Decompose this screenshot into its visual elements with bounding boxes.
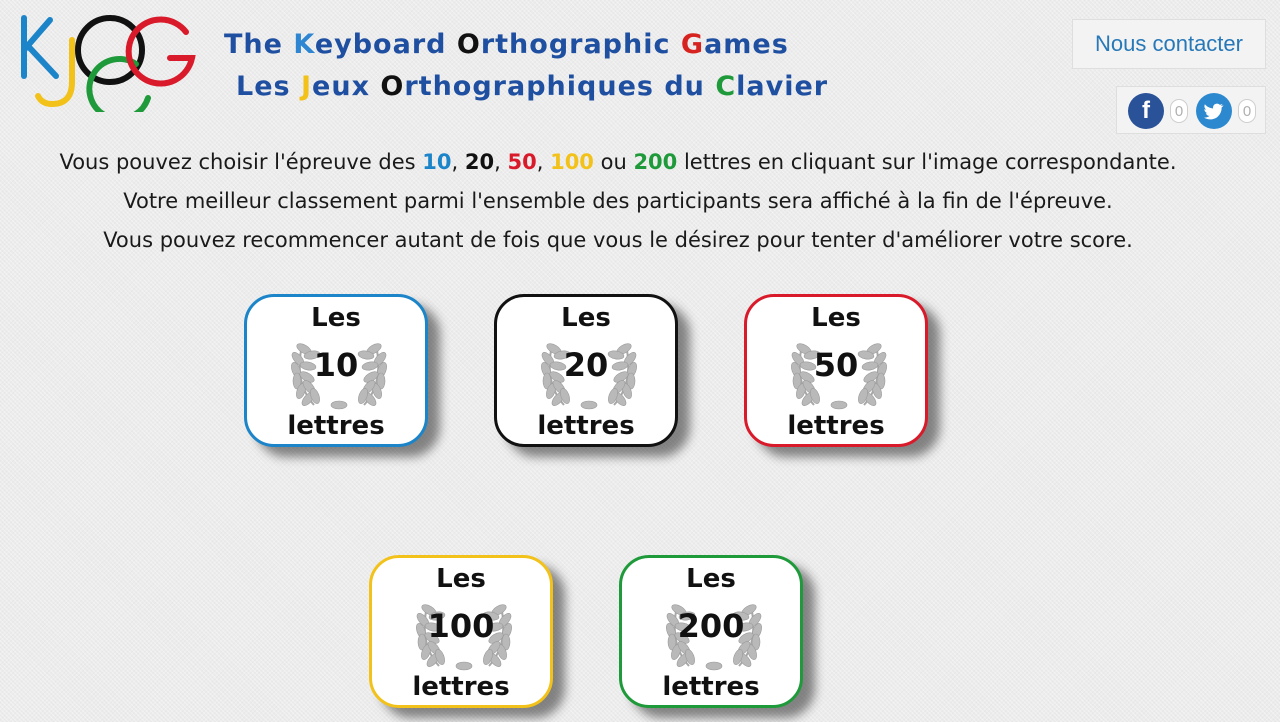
- card-top-label: Les: [436, 564, 486, 594]
- facebook-share-count: 0: [1170, 99, 1188, 123]
- card-number: 20: [563, 346, 609, 384]
- twitter-share-count: 0: [1238, 99, 1256, 123]
- count-20: 20: [464, 150, 495, 174]
- title-english-segment: rthographic: [480, 29, 681, 60]
- intro-sep: ,: [494, 150, 508, 174]
- logo-k-letter: [21, 15, 59, 79]
- card-number: 200: [677, 607, 745, 645]
- title-english-segment: G: [680, 29, 705, 60]
- intro-line-1: Vous pouvez choisir l'épreuve des 10, 20…: [0, 143, 1236, 182]
- title-french-segment: lavier: [736, 71, 829, 102]
- card-bottom-label: lettres: [537, 411, 635, 441]
- kjog-logo[interactable]: [14, 12, 200, 112]
- intro-sep: ,: [536, 150, 551, 174]
- title-english-segment: eyboard: [314, 29, 457, 60]
- count-200: 200: [633, 150, 678, 174]
- title-french-segment: O: [380, 71, 405, 102]
- card-number: 100: [427, 607, 495, 645]
- title-french-segment: eux: [312, 71, 381, 102]
- intro-text: Vous pouvez choisir l'épreuve des 10, 20…: [0, 143, 1236, 260]
- title-french-segment: Les: [236, 71, 301, 102]
- title-french: Les Jeux Orthographiques du Clavier: [224, 66, 828, 108]
- title-english-segment: The: [224, 29, 294, 60]
- title-french-segment: rthographiques du: [404, 71, 716, 102]
- site-title: The Keyboard Orthographic Games Les Jeux…: [224, 24, 828, 108]
- count-100: 100: [550, 150, 594, 174]
- card-10-letters[interactable]: Les 10 lettres: [244, 294, 428, 447]
- intro-sep: ,: [451, 150, 465, 174]
- card-number: 10: [313, 346, 359, 384]
- intro-sep: ou: [593, 150, 634, 174]
- card-top-label: Les: [311, 303, 361, 333]
- title-english-segment: ames: [704, 29, 789, 60]
- card-top-label: Les: [811, 303, 861, 333]
- card-bottom-label: lettres: [287, 411, 385, 441]
- card-top-label: Les: [561, 303, 611, 333]
- contact-button[interactable]: Nous contacter: [1072, 19, 1266, 69]
- title-english-segment: O: [456, 29, 481, 60]
- count-50: 50: [507, 150, 537, 174]
- title-english: The Keyboard Orthographic Games: [224, 24, 828, 66]
- title-french-segment: J: [301, 71, 313, 102]
- twitter-share-icon[interactable]: [1196, 93, 1232, 129]
- card-bottom-label: lettres: [787, 411, 885, 441]
- facebook-share-icon[interactable]: f: [1128, 93, 1164, 129]
- card-50-letters[interactable]: Les 50 lettres: [744, 294, 928, 447]
- count-10: 10: [422, 150, 452, 174]
- card-number: 50: [813, 346, 859, 384]
- card-top-label: Les: [686, 564, 736, 594]
- intro-line-3: Vous pouvez recommencer autant de fois q…: [103, 228, 1133, 252]
- intro-suffix: lettres en cliquant sur l'image correspo…: [677, 150, 1177, 174]
- card-200-letters[interactable]: Les 200 lettres: [619, 555, 803, 708]
- card-100-letters[interactable]: Les 100 lettres: [369, 555, 553, 708]
- card-bottom-label: lettres: [412, 672, 510, 702]
- title-english-segment: K: [293, 29, 315, 60]
- intro-prefix: Vous pouvez choisir l'épreuve des: [59, 150, 423, 174]
- title-french-segment: C: [715, 71, 737, 102]
- card-bottom-label: lettres: [662, 672, 760, 702]
- twitter-bird-icon: [1204, 103, 1224, 120]
- card-20-letters[interactable]: Les 20 lettres: [494, 294, 678, 447]
- intro-line-2: Votre meilleur classement parmi l'ensemb…: [123, 189, 1113, 213]
- logo-g-ring: [125, 16, 196, 87]
- share-box: f 0 0: [1116, 86, 1266, 134]
